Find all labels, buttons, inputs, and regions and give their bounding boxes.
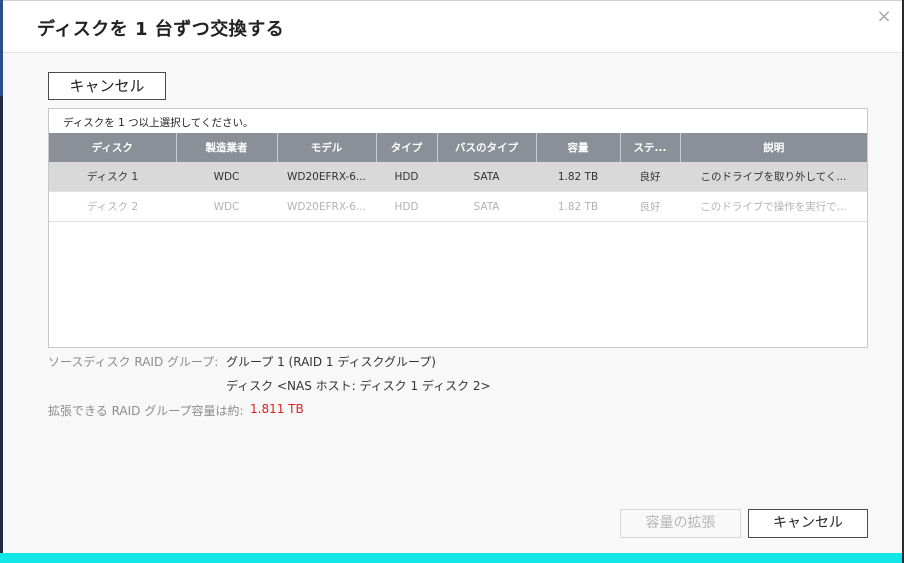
cell-status: 良好 (620, 162, 680, 192)
table-row: ディスク 2 WDC WD20EFRX-6... HDD SATA 1.82 T… (49, 191, 867, 222)
cell-vendor: WDC (176, 191, 277, 222)
replace-disks-dialog: ディスクを 1 台ずつ交換する × キャンセル ディスクを 1 つ以上選択してく… (3, 0, 902, 554)
expandable-capacity-label: 拡張できる RAID グループ容量は約: (48, 404, 244, 418)
disk-table-panel: ディスクを 1 つ以上選択してください。 ディスク 製造業者 モデル タイプ バ… (48, 108, 868, 348)
cell-bus: SATA (437, 191, 536, 222)
cell-type: HDD (376, 191, 437, 222)
selection-hint: ディスクを 1 つ以上選択してください。 (63, 117, 254, 129)
cell-capacity: 1.82 TB (536, 191, 620, 222)
cell-model: WD20EFRX-6... (277, 191, 376, 222)
cell-vendor: WDC (176, 162, 277, 192)
dialog-header: ディスクを 1 台ずつ交換する × (3, 1, 902, 53)
expand-capacity-button[interactable]: 容量の拡張 (620, 509, 741, 538)
cell-capacity: 1.82 TB (536, 162, 620, 192)
cell-model: WD20EFRX-6... (277, 162, 376, 192)
column-header-status[interactable]: ステ... (620, 133, 681, 162)
source-raid-group: グループ 1 (RAID 1 ディスクグループ) (226, 355, 436, 369)
cell-bus: SATA (437, 162, 536, 192)
cell-type: HDD (376, 162, 437, 192)
column-header-capacity[interactable]: 容量 (536, 133, 621, 162)
dialog-title: ディスクを 1 台ずつ交換する (37, 19, 285, 40)
disk-table: ディスク 製造業者 モデル タイプ バスのタイプ 容量 ステ... 説明 ディス… (49, 133, 867, 222)
cancel-button[interactable]: キャンセル (748, 509, 868, 538)
column-header-description[interactable]: 説明 (680, 133, 867, 162)
column-header-vendor[interactable]: 製造業者 (176, 133, 278, 162)
cancel-selection-button[interactable]: キャンセル (48, 72, 166, 100)
source-raid-label: ソースディスク RAID グループ: (48, 355, 219, 369)
cell-description: このドライブを取り外してく... (680, 162, 867, 192)
background-accent-strip (0, 553, 902, 563)
cell-disk: ディスク 2 (49, 191, 176, 222)
column-header-model[interactable]: モデル (277, 133, 377, 162)
source-raid-disks: ディスク <NAS ホスト: ディスク 1 ディスク 2> (226, 379, 491, 393)
column-header-type[interactable]: タイプ (376, 133, 438, 162)
table-row[interactable]: ディスク 1 WDC WD20EFRX-6... HDD SATA 1.82 T… (49, 162, 867, 192)
table-header-row: ディスク 製造業者 モデル タイプ バスのタイプ 容量 ステ... 説明 (49, 133, 867, 162)
column-header-disk[interactable]: ディスク (49, 133, 177, 162)
cell-status: 良好 (620, 191, 680, 222)
column-header-bus-type[interactable]: バスのタイプ (437, 133, 537, 162)
cell-description: このドライブで操作を実行で... (680, 191, 867, 222)
close-icon[interactable]: × (874, 7, 894, 27)
cell-disk: ディスク 1 (49, 162, 176, 192)
expandable-capacity-value: 1.811 TB (250, 402, 304, 416)
